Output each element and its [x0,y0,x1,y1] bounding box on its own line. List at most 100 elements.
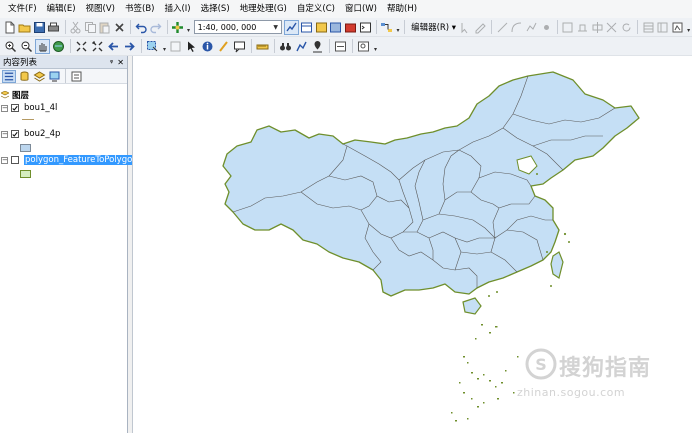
list-by-selection-icon[interactable] [47,70,61,83]
go-back-icon[interactable] [106,39,121,54]
collapse-icon[interactable]: − [1,104,8,112]
pan-hand-icon[interactable] [35,38,50,54]
find-binoculars-icon[interactable] [278,39,293,54]
catalog-window-icon[interactable] [314,20,328,35]
list-by-source-icon[interactable] [17,70,31,83]
add-data-dropdown-icon[interactable]: ▾ [185,20,191,34]
close-icon[interactable]: ✕ [117,58,124,67]
pin-icon[interactable]: ᵠ [110,58,113,67]
layer-name[interactable]: bou1_4l [24,103,57,113]
layer-name[interactable]: bou2_4p [24,129,60,139]
line-symbol-swatch[interactable] [22,119,34,120]
find-route-icon[interactable] [294,39,309,54]
menu-bookmarks[interactable]: 书签(B) [120,0,159,18]
add-data-icon[interactable] [171,20,185,35]
menu-selection[interactable]: 选择(S) [196,0,235,18]
end-point-arc-icon[interactable] [510,20,524,35]
menu-customize[interactable]: 自定义(C) [292,0,340,18]
arctoolbox-icon[interactable] [344,20,358,35]
edit-annotation-icon[interactable] [474,20,488,35]
select-dropdown-icon[interactable]: ▾ [161,39,168,53]
taiwan-island[interactable] [550,251,564,279]
toolbar-overflow-icon[interactable]: ▾ [395,20,401,34]
list-by-drawing-order-icon[interactable] [2,69,16,83]
select-elements-icon[interactable] [184,39,199,54]
toc-layer-row[interactable]: − bou2_4p [1,128,60,140]
menu-file[interactable]: 文件(F) [3,0,42,18]
undo-icon[interactable] [134,20,148,35]
tools-toolbar-overflow-icon[interactable]: ▾ [372,39,379,53]
chevron-down-icon[interactable]: ▼ [271,21,281,33]
python-window-icon[interactable] [358,20,372,35]
mainland-polygon[interactable] [222,71,640,297]
reshape-feature-icon[interactable] [576,20,590,35]
go-forward-icon[interactable] [122,39,137,54]
search-window-icon[interactable] [329,20,343,35]
hainan-island[interactable] [462,297,482,315]
toc-layer-row-selected[interactable]: − polygon_FeatureToPolygon [1,154,139,166]
model-builder-icon[interactable] [380,20,394,35]
map-scale-combobox[interactable]: 1:40, 000, 000 ▼ [193,20,282,34]
sea-island-mark [455,420,457,422]
point-icon[interactable] [539,20,553,35]
delete-icon[interactable] [113,20,127,35]
time-slider-icon[interactable] [333,39,348,54]
edit-tool-icon[interactable] [459,20,473,35]
hyperlink-icon[interactable] [216,39,231,54]
cut-polygons-icon[interactable] [590,20,604,35]
collapse-icon[interactable]: − [1,156,8,164]
attributes-icon[interactable] [641,20,655,35]
layer-visibility-checkbox[interactable] [11,130,19,138]
trace-icon[interactable] [525,20,539,35]
split-tool-icon[interactable] [605,20,619,35]
toolbar-separator [130,20,132,34]
full-extent-icon[interactable] [51,39,66,54]
create-viewer-window-icon[interactable] [356,39,371,54]
select-features-icon[interactable] [145,39,160,54]
toolbar-separator [352,39,353,53]
collapse-icon[interactable]: − [1,130,8,138]
menu-windows[interactable]: 窗口(W) [340,0,382,18]
sketch-properties-icon[interactable] [656,20,670,35]
create-features-icon[interactable] [671,20,685,35]
identify-icon[interactable] [200,39,215,54]
menu-geoprocessing[interactable]: 地理处理(G) [235,0,292,18]
open-folder-icon[interactable] [18,20,32,35]
straight-segment-icon[interactable] [495,20,509,35]
measure-icon[interactable] [255,39,270,54]
menu-help[interactable]: 帮助(H) [382,0,422,18]
clear-selection-icon[interactable] [168,39,183,54]
editor-menu-button[interactable]: 编辑器(R) ▾ [408,21,459,33]
fixed-zoom-out-icon[interactable] [90,39,105,54]
cut-icon[interactable] [69,20,83,35]
rotate-tool-icon[interactable] [620,20,634,35]
redo-icon[interactable] [149,20,163,35]
new-document-icon[interactable] [3,20,17,35]
layer-visibility-checkbox[interactable] [11,156,19,164]
zoom-in-icon[interactable] [3,39,18,54]
toc-options-icon[interactable] [69,70,83,83]
menu-insert[interactable]: 插入(I) [159,0,195,18]
go-to-xy-icon[interactable] [310,39,325,54]
html-popup-icon[interactable] [232,39,247,54]
menu-edit[interactable]: 编辑(E) [42,0,81,18]
layer-visibility-checkbox[interactable] [11,104,19,112]
table-of-contents-icon[interactable] [300,20,314,35]
copy-icon[interactable] [83,20,97,35]
print-icon[interactable] [47,20,61,35]
fill-symbol-swatch[interactable] [20,170,31,178]
editor-toolbar-toggle-icon[interactable] [283,19,299,35]
list-by-visibility-icon[interactable] [32,70,46,83]
toc-root-layers[interactable]: 图层 [1,89,29,101]
fill-symbol-swatch[interactable] [20,144,31,152]
editor-toolbar-overflow-icon[interactable]: ▾ [685,20,691,34]
layer-name[interactable]: polygon_FeatureToPolygon [24,155,139,165]
zoom-out-icon[interactable] [19,39,34,54]
map-view[interactable]: S 搜狗指南 zhinan.sogou.com [132,56,692,433]
toc-layer-row[interactable]: − bou1_4l [1,102,57,114]
save-icon[interactable] [32,20,46,35]
menu-view[interactable]: 视图(V) [81,0,120,18]
paste-icon[interactable] [98,20,112,35]
edit-vertices-icon[interactable] [561,20,575,35]
fixed-zoom-in-icon[interactable] [74,39,89,54]
